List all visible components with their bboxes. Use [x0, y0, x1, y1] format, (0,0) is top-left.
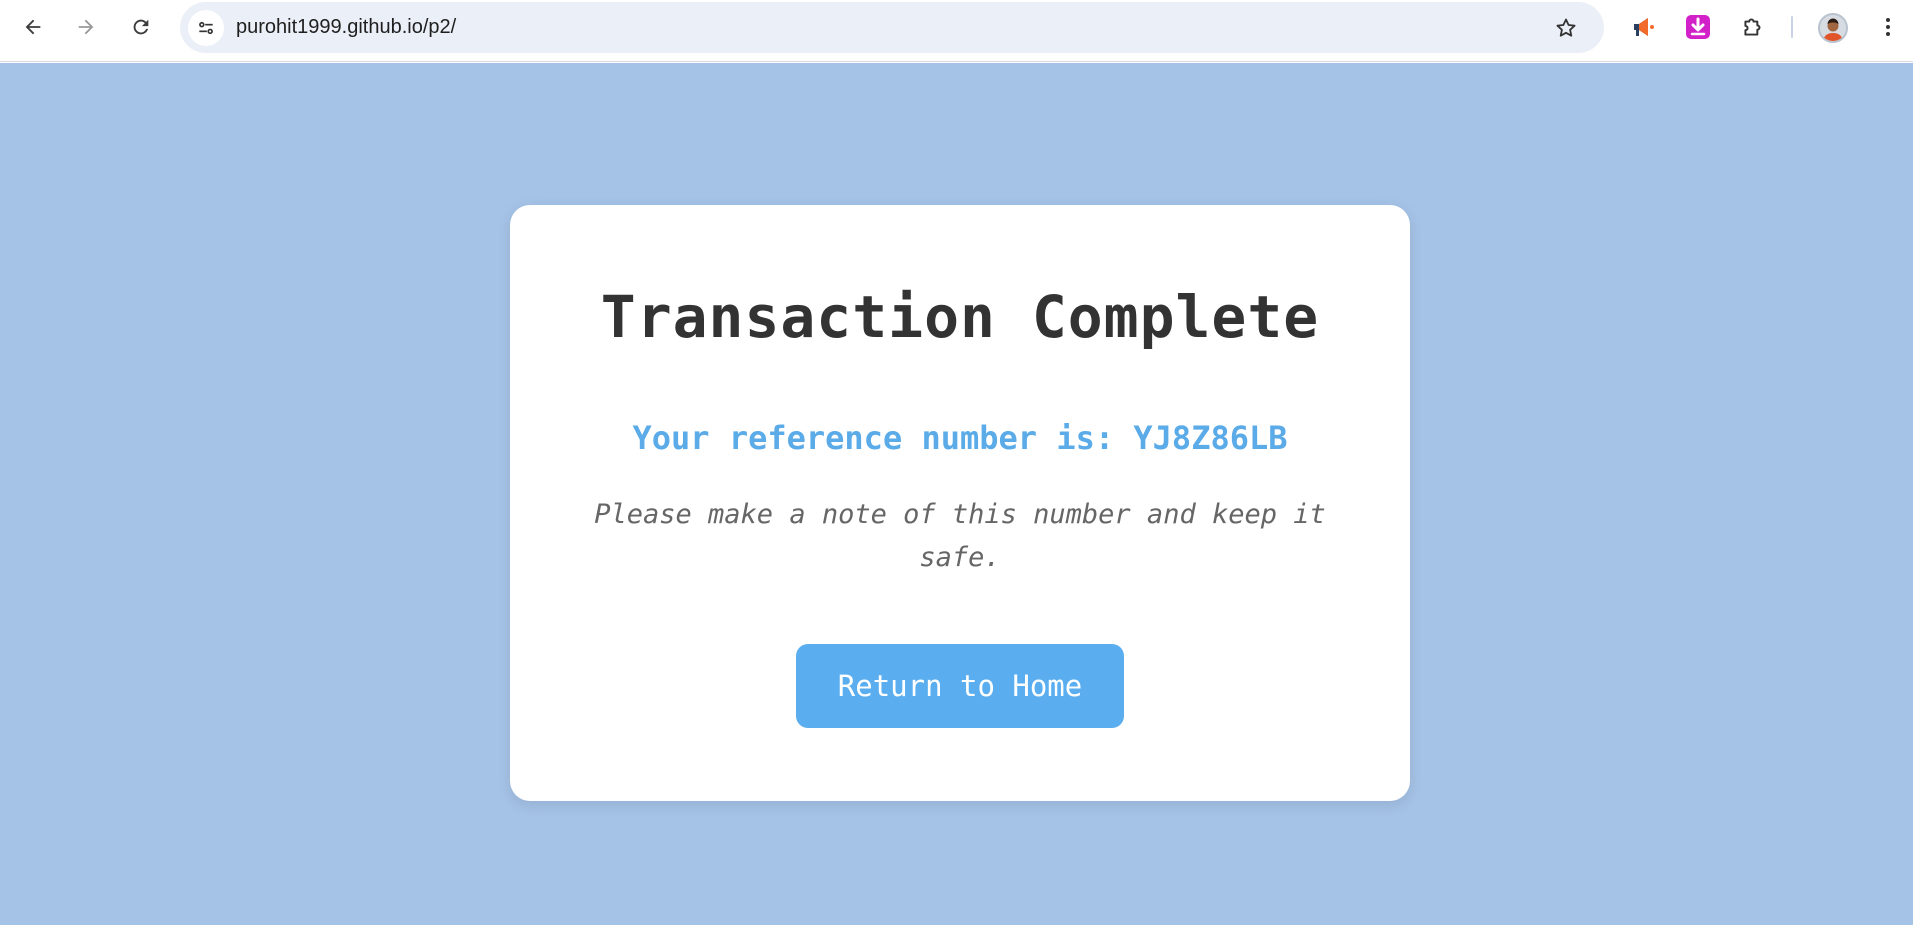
browser-toolbar: purohit1999.github.io/p2/ [0, 0, 1913, 62]
extension-download-button[interactable] [1682, 11, 1714, 43]
safety-note: Please make a note of this number and ke… [594, 499, 1326, 573]
return-home-button[interactable]: Return to Home [796, 644, 1124, 728]
extensions-menu-button[interactable] [1737, 11, 1769, 43]
forward-button[interactable] [68, 9, 104, 45]
back-arrow-icon [25, 19, 41, 35]
page-title: Transaction Complete [600, 283, 1320, 351]
tune-icon [199, 21, 213, 35]
forward-arrow-icon [78, 19, 94, 35]
browser-menu-button[interactable] [1872, 11, 1904, 43]
extension-megaphone-button[interactable] [1628, 11, 1660, 43]
reference-number: Your reference number is: YJ8Z86LB [632, 419, 1288, 457]
star-icon [1556, 18, 1576, 37]
puzzle-icon [1744, 18, 1761, 36]
reload-button[interactable] [123, 9, 159, 45]
bookmark-button[interactable] [1550, 12, 1582, 44]
confirmation-card: Transaction Complete Your reference numb… [510, 205, 1410, 801]
more-vert-icon [1886, 18, 1890, 36]
site-info-button[interactable] [188, 10, 224, 46]
page-content: Transaction Complete Your reference numb… [0, 63, 1913, 925]
back-button[interactable] [15, 9, 51, 45]
url-text[interactable]: purohit1999.github.io/p2/ [236, 2, 456, 53]
download-icon [1686, 15, 1710, 39]
address-bar[interactable]: purohit1999.github.io/p2/ [180, 2, 1604, 53]
megaphone-icon [1634, 18, 1654, 36]
profile-avatar-icon [1820, 15, 1846, 41]
toolbar-divider [1791, 16, 1793, 38]
reload-icon [133, 19, 149, 35]
avatar[interactable] [1818, 13, 1848, 43]
